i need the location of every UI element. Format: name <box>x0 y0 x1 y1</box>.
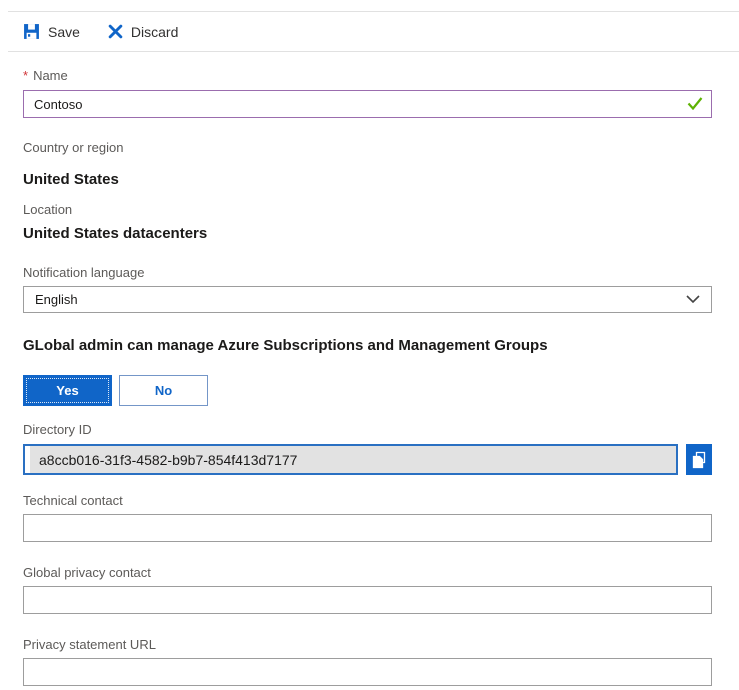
save-icon <box>23 23 40 40</box>
required-asterisk: * <box>23 68 28 83</box>
copy-icon <box>691 451 707 469</box>
no-button[interactable]: No <box>119 375 208 406</box>
location-value: United States datacenters <box>23 225 712 243</box>
properties-form: * Name Country or region United States L… <box>0 68 739 686</box>
country-value: United States <box>23 171 712 189</box>
notification-language-select[interactable]: English <box>23 286 712 313</box>
command-bar: Save Discard <box>8 11 739 52</box>
technical-contact-input[interactable] <box>23 514 712 542</box>
notification-language-label: Notification language <box>23 265 712 280</box>
notification-language-selected: English <box>35 292 78 307</box>
global-privacy-contact-label: Global privacy contact <box>23 565 712 580</box>
name-input[interactable] <box>23 90 712 118</box>
privacy-statement-url-label: Privacy statement URL <box>23 637 712 652</box>
directory-id-row <box>23 444 712 475</box>
discard-x-icon <box>108 24 123 39</box>
copy-button[interactable] <box>686 444 712 475</box>
save-button[interactable]: Save <box>23 23 80 40</box>
global-admin-toggle: Yes No <box>23 375 712 406</box>
discard-button[interactable]: Discard <box>108 24 178 40</box>
name-field-wrapper <box>23 90 712 118</box>
directory-id-input[interactable] <box>23 444 678 475</box>
name-label: Name <box>33 68 68 83</box>
country-label: Country or region <box>23 140 712 155</box>
directory-id-label: Directory ID <box>23 422 712 437</box>
name-label-row: * Name <box>23 68 712 83</box>
privacy-statement-url-input[interactable] <box>23 658 712 686</box>
chevron-down-icon <box>686 295 700 304</box>
discard-label: Discard <box>131 24 178 40</box>
location-label: Location <box>23 202 712 217</box>
valid-check-icon <box>687 97 703 115</box>
global-privacy-contact-input[interactable] <box>23 586 712 614</box>
save-label: Save <box>48 24 80 40</box>
yes-button[interactable]: Yes <box>23 375 112 406</box>
global-admin-statement: GLobal admin can manage Azure Subscripti… <box>23 337 712 354</box>
technical-contact-label: Technical contact <box>23 493 712 508</box>
